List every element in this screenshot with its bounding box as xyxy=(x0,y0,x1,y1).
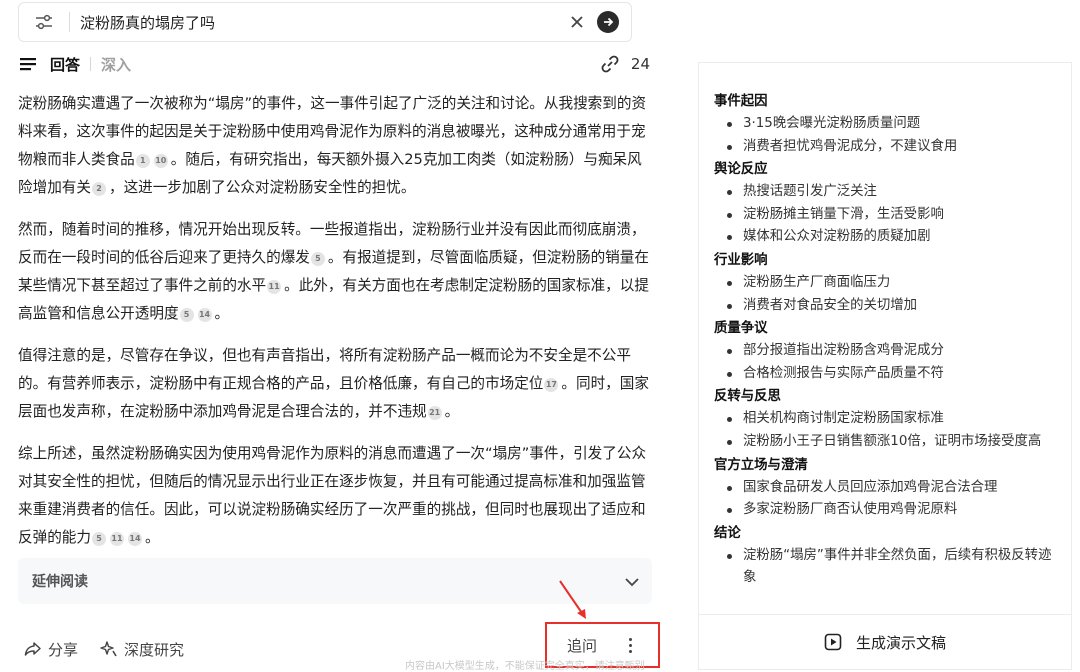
deep-research-label: 深度研究 xyxy=(124,640,185,659)
citation-badge[interactable]: 2 xyxy=(91,182,106,196)
deep-research-button[interactable]: 深度研究 xyxy=(100,639,184,660)
submit-arrow-icon[interactable] xyxy=(597,11,619,33)
mindmap-list: 热搜话题引发广泛关注 淀粉肠摊主销量下滑，生活受影响 媒体和公众对淀粉肠的质疑加剧 xyxy=(714,181,1057,249)
answer-text: 。 xyxy=(444,403,460,420)
mindmap-item: 相关机构商讨制定淀粉肠国家标准 xyxy=(714,408,1057,431)
share-label: 分享 xyxy=(48,640,79,659)
source-count: 24 xyxy=(630,55,650,73)
mindmap-list: 相关机构商讨制定淀粉肠国家标准 淀粉肠小王子日销售额涨10倍，证明市场接受度高 xyxy=(714,408,1057,453)
mindmap-item: 淀粉肠生产厂商面临压力 xyxy=(714,272,1057,295)
mindmap-section: 官方立场与澄清国家食品研发人员回应添加鸡骨泥合法合理 多家淀粉肠厂商否认使用鸡骨泥… xyxy=(714,455,1057,522)
generate-slides-label: 生成演示文稿 xyxy=(855,633,946,652)
mindmap-panel: 事件起因 3·15晚会曝光淀粉肠质量问题 消费者担忧鸡骨泥成分，不建议食用舆论反应热… xyxy=(698,62,1072,614)
answer-paragraph: 值得注意的是，尽管存在争议，但也有声音指出，将所有淀粉肠产品一概而论为不安全是不… xyxy=(18,342,652,426)
annotation-arrow-icon xyxy=(559,580,586,619)
tab-answer[interactable]: 回答 xyxy=(18,54,80,75)
answer-paragraph: 综上所述，虽然淀粉肠确实因为使用鸡骨泥作为原料的消息而遭遇了一次“塌房”事件，引… xyxy=(18,440,652,552)
play-icon xyxy=(824,633,842,651)
mindmap-item: 3·15晚会曝光淀粉肠质量问题 xyxy=(714,113,1057,136)
share-button[interactable]: 分享 xyxy=(24,639,78,660)
answer-text: ，这进一步加剧了公众对淀粉肠安全性的担忧。 xyxy=(108,179,416,196)
tab-answer-label: 回答 xyxy=(50,55,81,74)
mindmap-list: 部分报道指出淀粉肠含鸡骨泥成分 合格检测报告与实际产品质量不符 xyxy=(714,340,1057,385)
filter-settings-icon[interactable] xyxy=(19,3,69,41)
citation-badge[interactable]: 14 xyxy=(127,532,142,546)
mindmap-heading: 事件起因 xyxy=(714,94,768,109)
mindmap-heading: 反转与反思 xyxy=(714,389,781,405)
mindmap-section: 结论淀粉肠“塌房”事件并非全然负面，后续有积极反转迹象 xyxy=(714,523,1057,590)
mindmap-list: 淀粉肠“塌房”事件并非全然负面，后续有积极反转迹象 xyxy=(714,545,1057,590)
mindmap-list: 淀粉肠生产厂商面临压力 消费者对食品安全的关切增加 xyxy=(714,272,1057,317)
mindmap-section: 反转与反思相关机构商讨制定淀粉肠国家标准 淀粉肠小王子日销售额涨10倍，证明市场接… xyxy=(714,386,1057,453)
mindmap-list: 国家食品研发人员回应添加鸡骨泥合法合理 多家淀粉肠厂商否认使用鸡骨泥原料 xyxy=(714,477,1057,522)
answer-text: 值得注意的是，尽管存在争议，但也有声音指出，将所有淀粉肠产品一概而论为不安全是不… xyxy=(18,347,631,392)
mindmap-item: 多家淀粉肠厂商否认使用鸡骨泥原料 xyxy=(714,499,1057,522)
text-lines-icon xyxy=(20,58,36,71)
citation-badge[interactable]: 5 xyxy=(310,252,325,266)
mindmap-section: 质量争议部分报道指出淀粉肠含鸡骨泥成分 合格检测报告与实际产品质量不符 xyxy=(714,318,1057,385)
answer-text: 。 xyxy=(144,529,160,546)
mindmap-list: 3·15晚会曝光淀粉肠质量问题 消费者担忧鸡骨泥成分，不建议食用 xyxy=(714,113,1057,158)
citation-badge[interactable]: 21 xyxy=(427,406,442,420)
mindmap-heading: 官方立场与澄清 xyxy=(714,457,808,473)
source-links[interactable]: 24 xyxy=(599,53,650,75)
search-input[interactable]: 淀粉肠真的塌房了吗 xyxy=(70,12,565,33)
citation-badge[interactable]: 1 xyxy=(135,154,150,168)
answer-body: 淀粉肠确实遭遇了一次被称为“塌房”的事件，这一事件引起了广泛的关注和讨论。从我搜… xyxy=(18,90,652,566)
citation-badge[interactable]: 5 xyxy=(179,308,194,322)
mindmap-item: 部分报道指出淀粉肠含鸡骨泥成分 xyxy=(714,340,1057,363)
citation-badge[interactable]: 14 xyxy=(197,308,212,322)
mindmap-section: 行业影响淀粉肠生产厂商面临压力 消费者对食品安全的关切增加 xyxy=(714,250,1057,317)
extended-reading-label: 延伸阅读 xyxy=(32,574,88,590)
citation-badge[interactable]: 11 xyxy=(267,280,282,294)
generate-slides-button[interactable]: 生成演示文稿 xyxy=(698,614,1072,670)
citation-badge[interactable]: 17 xyxy=(544,378,559,392)
mindmap-item: 淀粉肠摊主销量下滑，生活受影响 xyxy=(714,204,1057,227)
share-icon xyxy=(24,642,41,656)
answer-header: 回答 深入 24 xyxy=(18,52,650,76)
followup-button[interactable]: 追问 xyxy=(567,635,597,656)
more-options-icon[interactable] xyxy=(629,636,633,654)
mindmap-item: 淀粉肠“塌房”事件并非全然负面，后续有积极反转迹象 xyxy=(714,545,1057,590)
mindmap-heading: 行业影响 xyxy=(714,252,768,268)
chevron-down-icon[interactable] xyxy=(624,572,640,591)
mindmap-heading: 舆论反应 xyxy=(714,162,768,178)
citation-badge[interactable]: 5 xyxy=(91,532,106,546)
tab-deep[interactable]: 深入 xyxy=(101,54,131,75)
citation-badge[interactable]: 10 xyxy=(153,154,168,168)
mindmap-item: 淀粉肠小王子日销售额涨10倍，证明市场接受度高 xyxy=(714,431,1057,454)
sparkle-icon xyxy=(100,641,117,657)
mindmap-item: 消费者担忧鸡骨泥成分，不建议食用 xyxy=(714,136,1057,159)
tab-divider xyxy=(90,57,92,71)
link-icon xyxy=(601,55,619,73)
mindmap-item: 合格检测报告与实际产品质量不符 xyxy=(714,363,1057,386)
answer-text: 。 xyxy=(214,305,230,322)
mindmap-heading: 结论 xyxy=(714,525,741,541)
ai-disclaimer: 内容由AI大模型生成，不能保证完全真实，请注意甄别 xyxy=(405,661,645,672)
mindmap-item: 媒体和公众对淀粉肠的质疑加剧 xyxy=(714,226,1057,249)
clear-icon[interactable] xyxy=(565,10,589,34)
search-bar: 淀粉肠真的塌房了吗 xyxy=(18,2,632,42)
mindmap-section: 事件起因 3·15晚会曝光淀粉肠质量问题 消费者担忧鸡骨泥成分，不建议食用 xyxy=(714,91,1057,158)
mindmap-section: 舆论反应热搜话题引发广泛关注 淀粉肠摊主销量下滑，生活受影响 媒体和公众对淀粉肠的质… xyxy=(714,159,1057,249)
mindmap-item: 国家食品研发人员回应添加鸡骨泥合法合理 xyxy=(714,477,1057,500)
answer-paragraph: 然而，随着时间的推移，情况开始出现反转。一些报道指出，淀粉肠行业并没有因此而彻底… xyxy=(18,216,652,328)
citation-badge[interactable]: 11 xyxy=(109,532,124,546)
answer-paragraph: 淀粉肠确实遭遇了一次被称为“塌房”的事件，这一事件引起了广泛的关注和讨论。从我搜… xyxy=(18,90,652,202)
answer-text: 综上所述，虽然淀粉肠确实因为使用鸡骨泥作为原料的消息而遭遇了一次“塌房”事件，引… xyxy=(18,445,647,546)
mindmap-item: 消费者对食品安全的关切增加 xyxy=(714,295,1057,318)
mindmap-item: 热搜话题引发广泛关注 xyxy=(714,181,1057,204)
mindmap-heading: 质量争议 xyxy=(714,321,768,337)
